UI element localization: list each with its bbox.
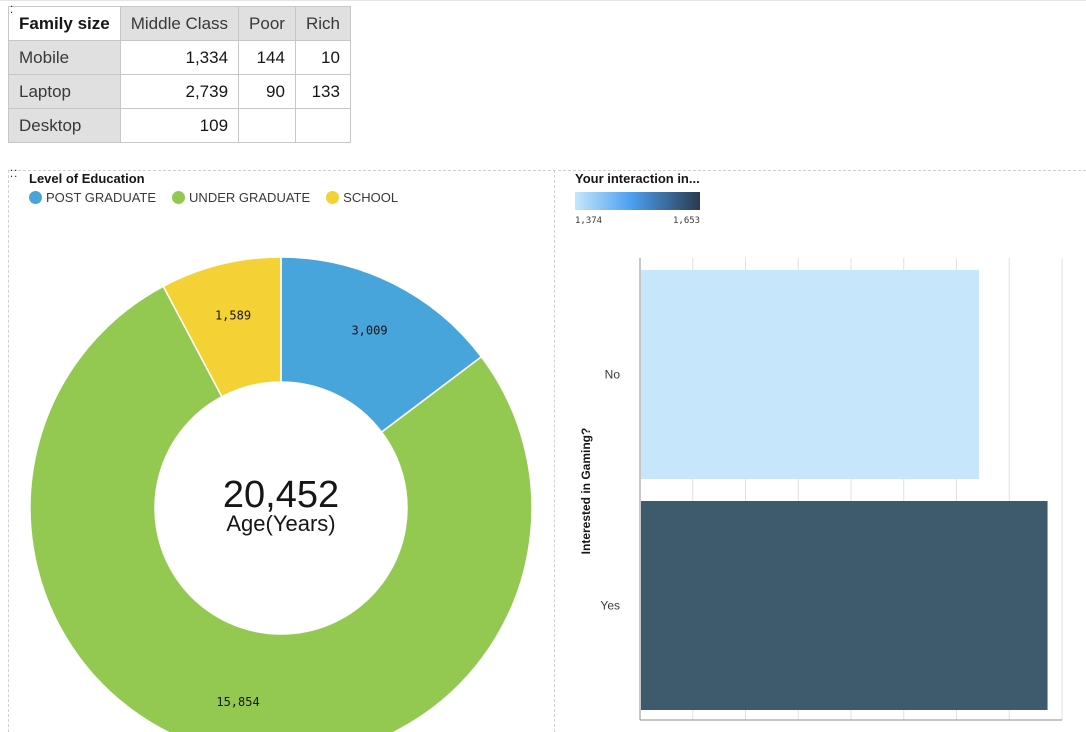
color-scale-min: 1,374: [575, 216, 603, 226]
donut-center-label: Age(Years): [226, 511, 335, 536]
donut-data-label: 3,009: [351, 323, 387, 337]
color-legend-title: Your interaction in...: [575, 171, 700, 186]
donut-data-label: 1,589: [215, 308, 251, 322]
category-tick-label: No: [605, 368, 621, 382]
donut-data-label: 15,854: [216, 695, 259, 709]
color-scale-max: 1,653: [673, 216, 701, 226]
bar-yes[interactable]: [641, 501, 1048, 710]
bar-no[interactable]: [641, 270, 979, 479]
color-scale-gradient: [575, 192, 700, 210]
donut-chart[interactable]: 3,009 15,854 1,589 20,452 Age(Years): [0, 0, 554, 732]
donut-center-value: 20,452: [223, 474, 339, 516]
y-axis-label: Interested in Gaming?: [579, 428, 593, 555]
category-tick-label: Yes: [600, 599, 620, 613]
panel-divider: [554, 170, 555, 732]
